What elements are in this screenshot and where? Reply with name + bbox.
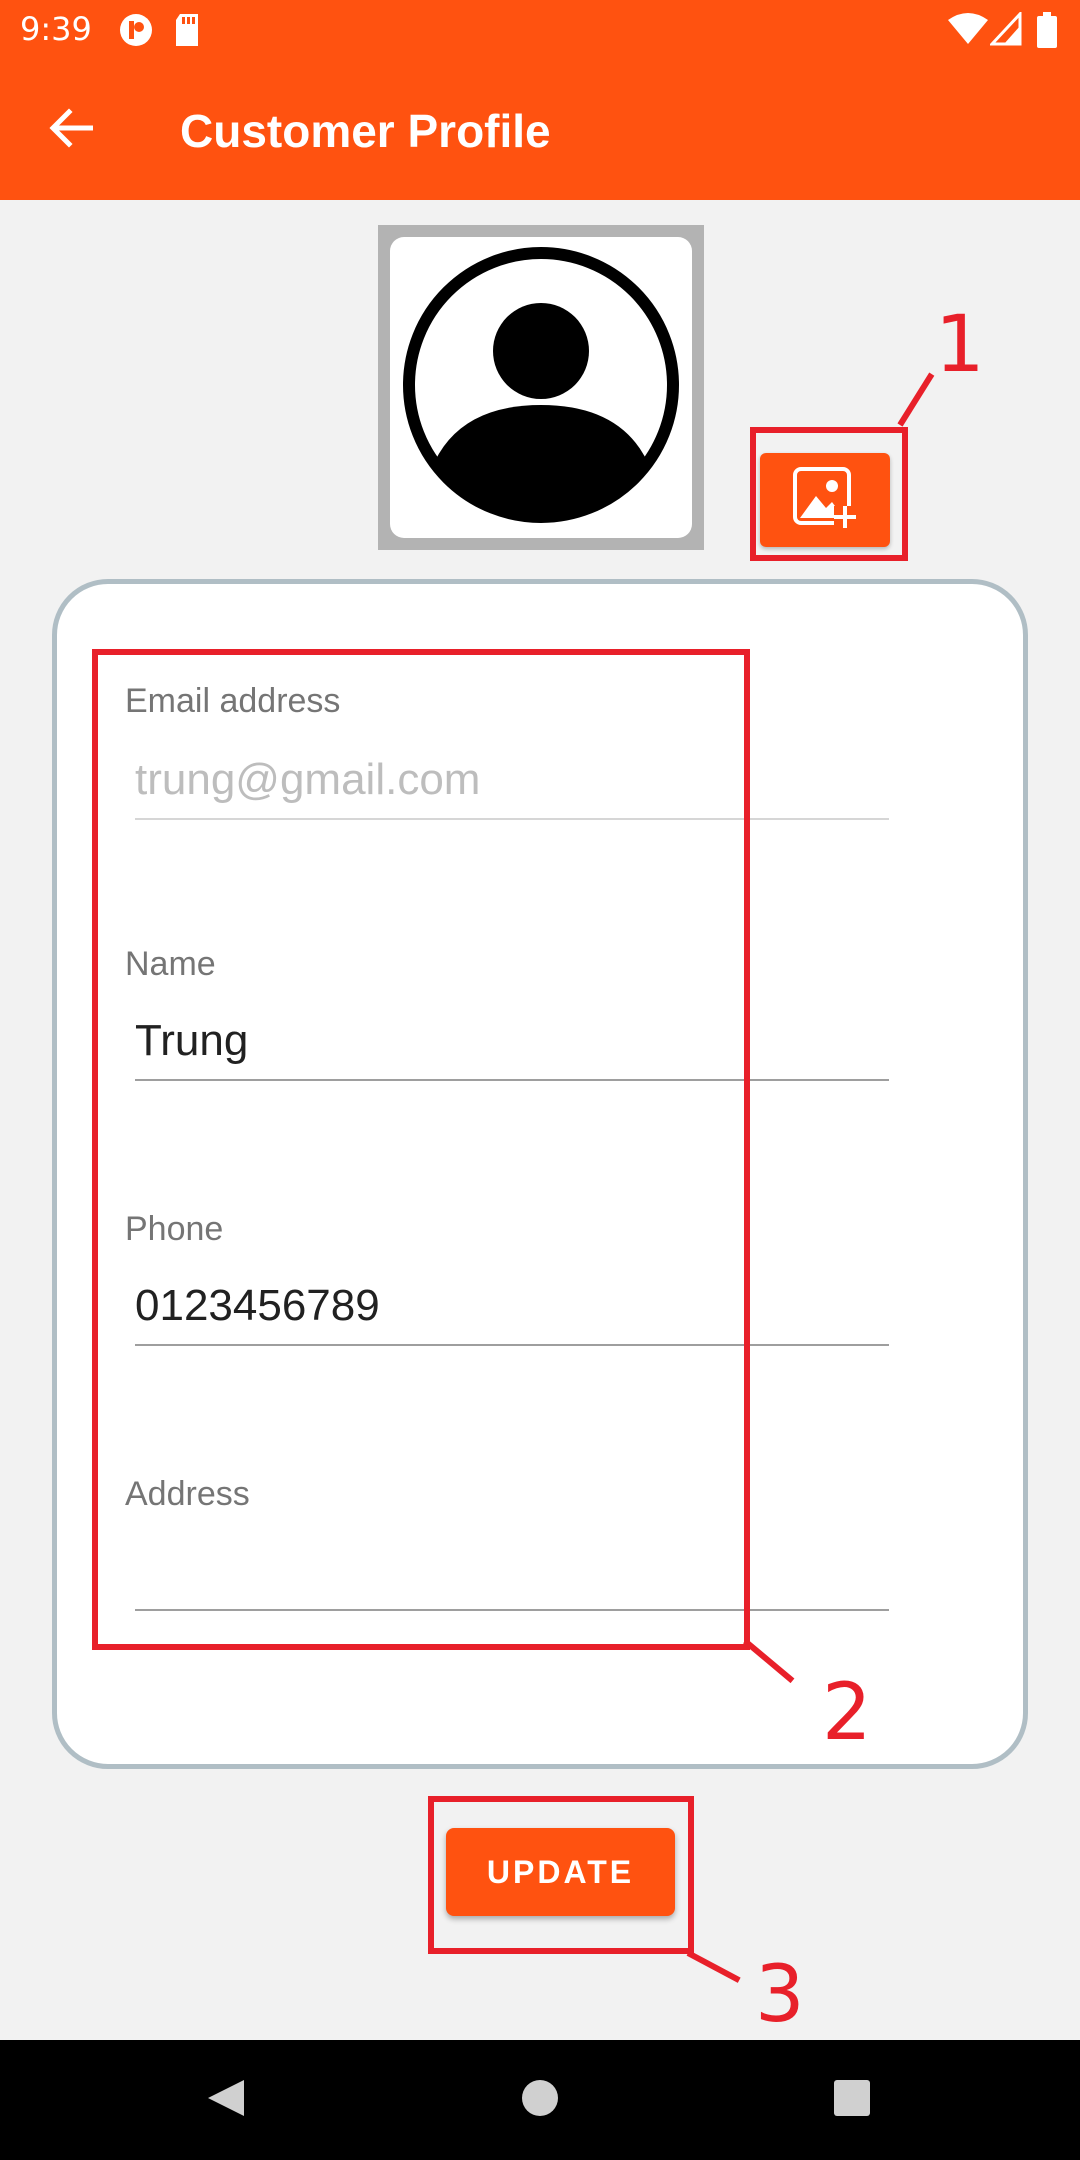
- circle-home-icon: [520, 2078, 560, 2123]
- nav-back-button[interactable]: [186, 2060, 266, 2140]
- sd-card-icon: [172, 12, 202, 53]
- user-avatar-icon: [401, 245, 681, 530]
- avatar-frame: [378, 225, 704, 550]
- status-time: 9:39: [20, 10, 92, 48]
- avatar: [390, 237, 692, 538]
- battery-icon: [1036, 12, 1058, 53]
- navigation-bar: [0, 2040, 1080, 2160]
- annotation-box-1: [750, 427, 908, 561]
- arrow-left-icon: [49, 107, 94, 153]
- annotation-number-1: 1: [935, 300, 985, 390]
- app-bar: Customer Profile: [0, 60, 1080, 200]
- page-title: Customer Profile: [180, 105, 551, 157]
- signal-icon: [988, 10, 1022, 51]
- annotation-number-2: 2: [822, 1668, 872, 1758]
- annotation-leader-3: [686, 1950, 741, 1983]
- back-button[interactable]: [36, 98, 106, 162]
- app-notification-icon: [118, 12, 154, 53]
- annotation-number-3: 3: [755, 1950, 805, 2040]
- square-recents-icon: [832, 2078, 872, 2123]
- annotation-box-2: [92, 649, 750, 1650]
- wifi-icon: [948, 12, 988, 51]
- nav-recents-button[interactable]: [812, 2060, 892, 2140]
- annotation-leader-1: [897, 372, 935, 427]
- annotation-box-3: [428, 1796, 694, 1954]
- status-bar: 9:39: [0, 0, 1080, 60]
- triangle-back-icon: [204, 2076, 248, 2125]
- nav-home-button[interactable]: [500, 2060, 580, 2140]
